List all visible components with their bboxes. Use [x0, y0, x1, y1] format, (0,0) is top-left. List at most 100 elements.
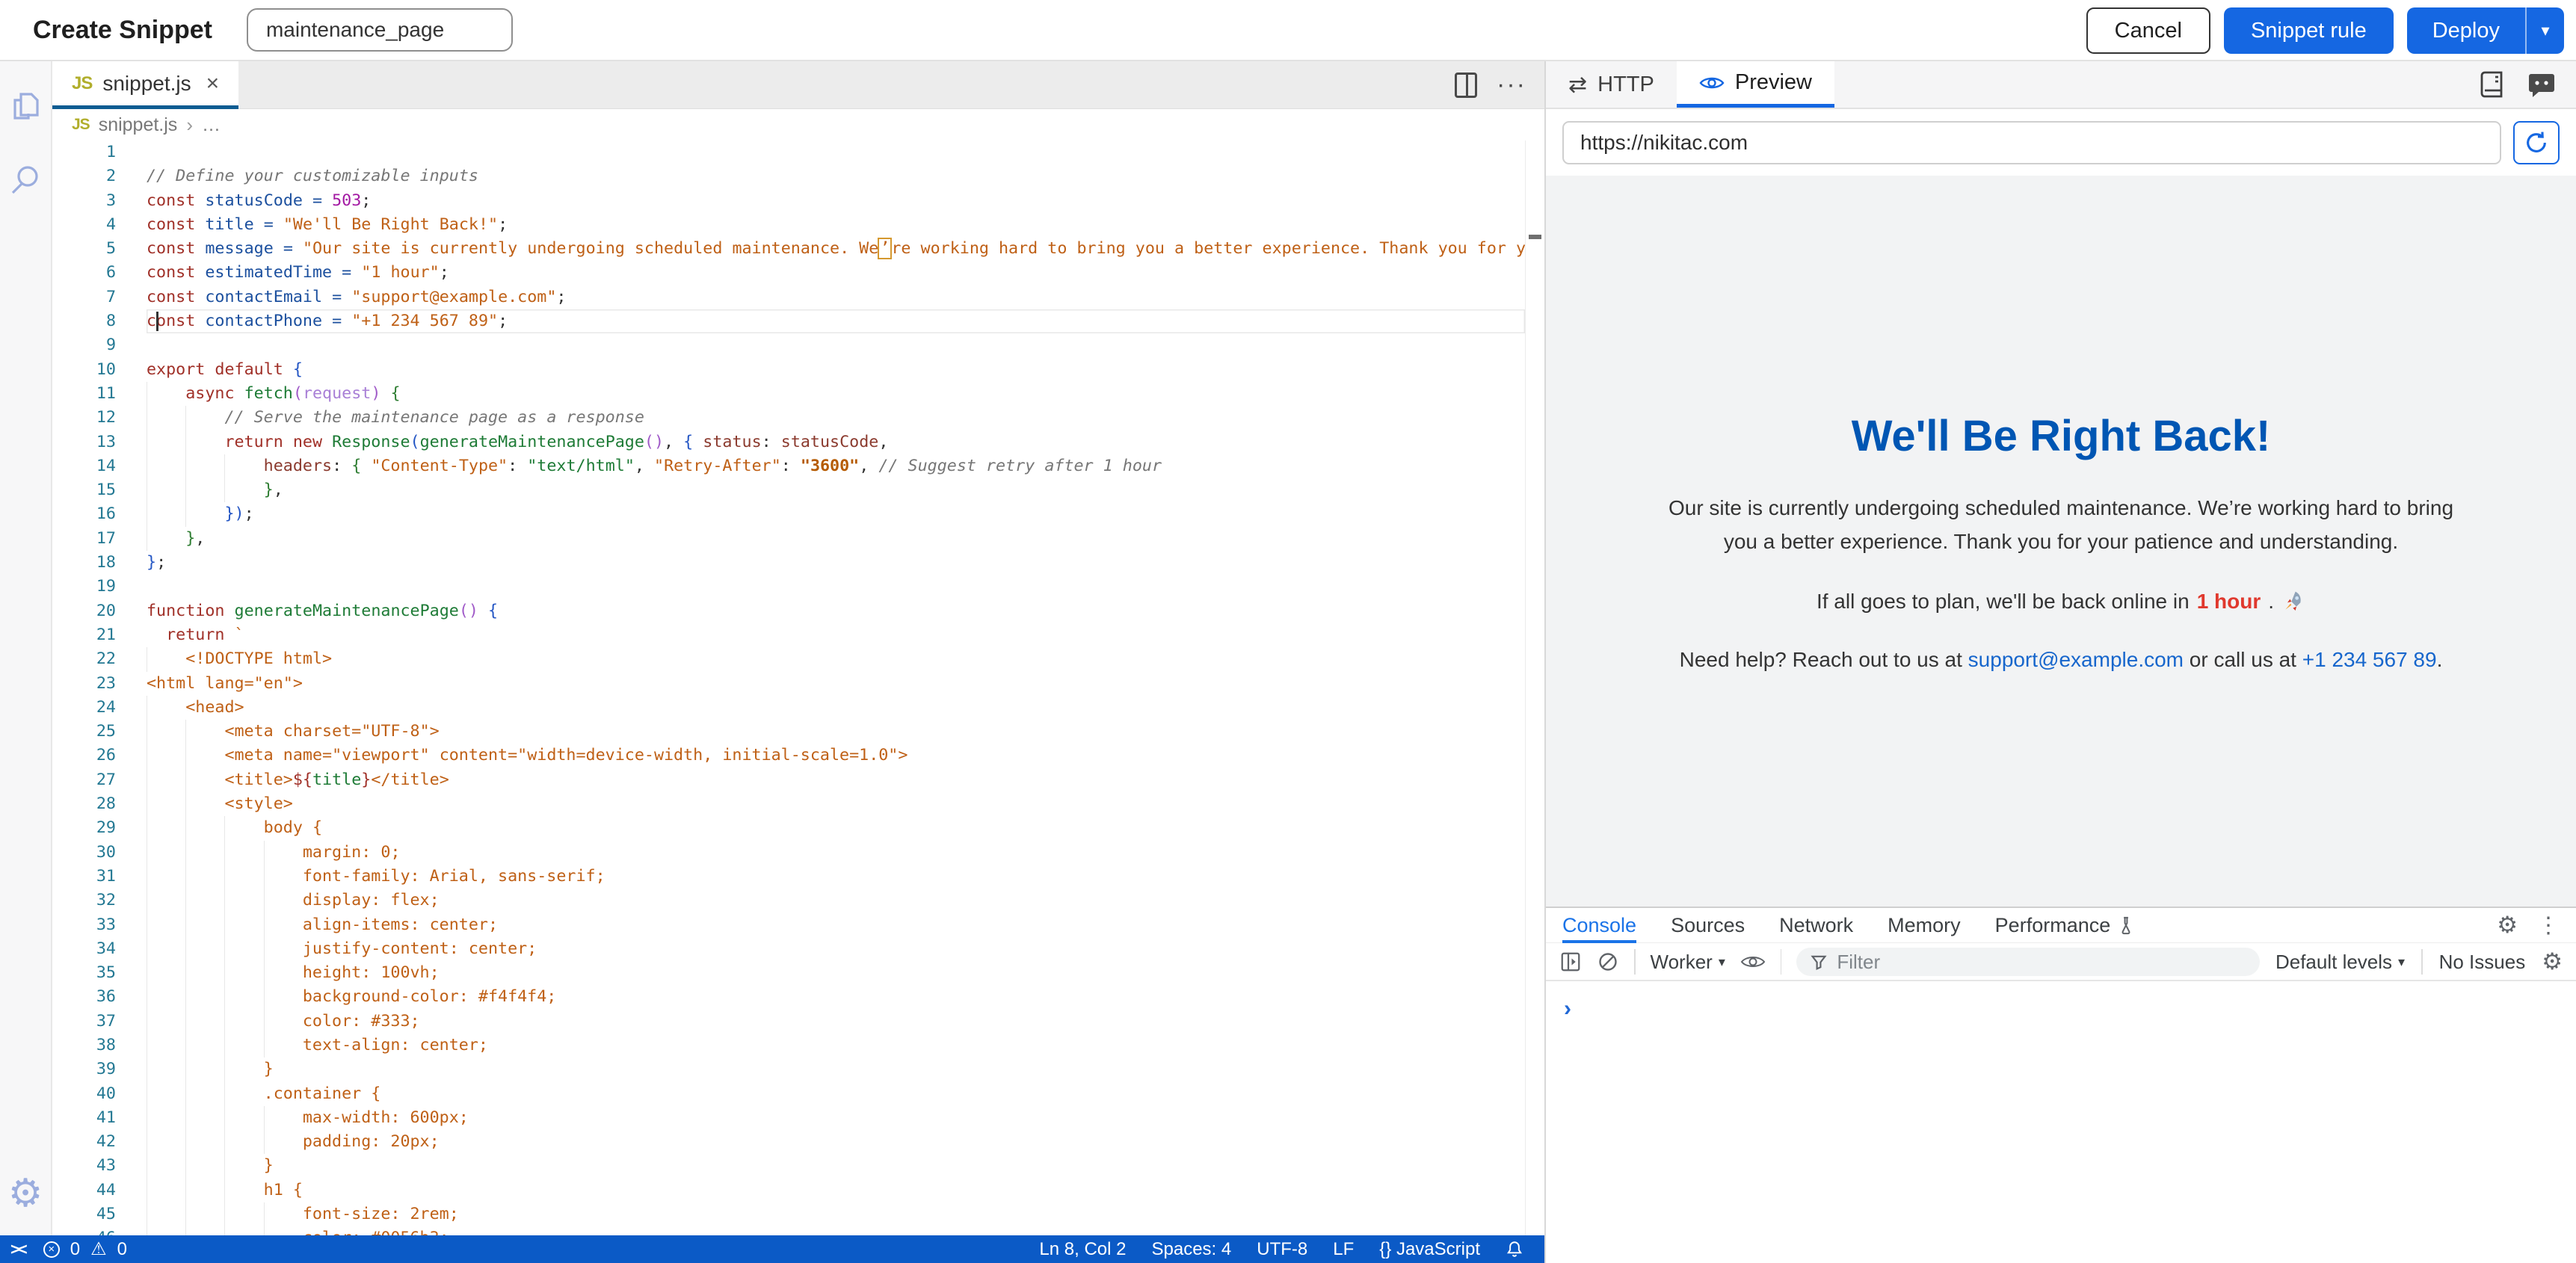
warnings-count[interactable]: 0 — [117, 1239, 127, 1260]
tab-close-icon[interactable]: × — [206, 71, 220, 96]
encoding[interactable]: UTF-8 — [1257, 1239, 1307, 1260]
eol-sequence[interactable]: LF — [1333, 1239, 1354, 1260]
console-settings-gear-icon[interactable]: ⚙ — [2542, 948, 2563, 975]
language-mode[interactable]: {} JavaScript — [1379, 1239, 1480, 1260]
devtools-settings-gear-icon[interactable]: ⚙ — [2497, 912, 2518, 939]
indent-guide — [224, 1226, 263, 1235]
code-line[interactable]: 41max-width: 600px; — [52, 1106, 1525, 1130]
code-line[interactable]: 6const estimatedTime = "1 hour"; — [52, 261, 1525, 285]
breadcrumb-more[interactable]: … — [202, 114, 221, 136]
preview-url-input[interactable] — [1562, 121, 2501, 164]
code-line[interactable]: 11async fetch(request) { — [52, 382, 1525, 406]
live-expression-eye-icon[interactable] — [1740, 952, 1766, 972]
code-line[interactable]: 13return new Response(generateMaintenanc… — [52, 430, 1525, 454]
snippet-rule-button[interactable]: Snippet rule — [2224, 7, 2394, 54]
code-line[interactable]: 20function generateMaintenancePage() { — [52, 599, 1525, 623]
code-line[interactable]: 30margin: 0; — [52, 841, 1525, 865]
errors-count[interactable]: 0 — [70, 1239, 80, 1260]
code-line[interactable]: 36background-color: #f4f4f4; — [52, 985, 1525, 1009]
default-levels-select[interactable]: Default levels ▾ — [2275, 951, 2405, 974]
indent-guide — [147, 1154, 185, 1178]
remote-indicator-icon[interactable]: >< — [10, 1240, 33, 1259]
code-line[interactable]: 23<html lang="en"> — [52, 672, 1525, 696]
code-line[interactable]: 19 — [52, 575, 1525, 599]
indent-guide — [185, 841, 224, 865]
code-line[interactable]: 42padding: 20px; — [52, 1130, 1525, 1154]
more-actions-icon[interactable]: ··· — [1497, 70, 1526, 99]
code-line[interactable]: 37color: #333; — [52, 1010, 1525, 1034]
code-line[interactable]: 17}, — [52, 527, 1525, 551]
code-line[interactable]: 8const contactPhone = "+1 234 567 89"; — [52, 309, 1525, 333]
code-line[interactable]: 10export default { — [52, 358, 1525, 382]
code-line[interactable]: 25<meta charset="UTF-8"> — [52, 720, 1525, 744]
console-prompt-chevron[interactable]: › — [1564, 996, 1571, 1022]
code-line[interactable]: 33align-items: center; — [52, 913, 1525, 937]
code-line[interactable]: 39} — [52, 1057, 1525, 1081]
code-line[interactable]: 16}); — [52, 502, 1525, 526]
code-line[interactable]: 26<meta name="viewport" content="width=d… — [52, 744, 1525, 768]
code-line[interactable]: 31font-family: Arial, sans-serif; — [52, 865, 1525, 889]
tab-snippet-js[interactable]: JS snippet.js × — [52, 61, 238, 109]
bell-icon[interactable] — [1506, 1240, 1523, 1259]
breadcrumb[interactable]: JS snippet.js › … — [52, 109, 1544, 140]
code-line[interactable]: 46color: #0056b3; — [52, 1226, 1525, 1235]
clear-console-icon[interactable] — [1597, 951, 1619, 973]
devtools-tab-memory[interactable]: Memory — [1888, 908, 1961, 943]
email-link[interactable]: support@example.com — [1968, 648, 2184, 671]
console-filter-input[interactable]: Filter — [1796, 948, 2260, 976]
code-line[interactable]: 40.container { — [52, 1082, 1525, 1106]
devtools-tab-performance[interactable]: Performance — [1995, 908, 2135, 943]
refresh-button[interactable] — [2513, 121, 2560, 164]
code-line[interactable]: 35height: 100vh; — [52, 961, 1525, 985]
code-line[interactable]: 5const message = "Our site is currently … — [52, 237, 1525, 261]
code-line[interactable]: 18}; — [52, 551, 1525, 575]
code-line[interactable]: 14headers: { "Content-Type": "text/html"… — [52, 454, 1525, 478]
code-line[interactable]: 43} — [52, 1154, 1525, 1178]
code-line[interactable]: 27<title>${title}</title> — [52, 768, 1525, 792]
code-line[interactable]: 9 — [52, 333, 1525, 357]
deploy-button[interactable]: Deploy — [2407, 7, 2525, 54]
deploy-caret-button[interactable]: ▾ — [2525, 7, 2564, 54]
code-line[interactable]: 7const contactEmail = "support@example.c… — [52, 285, 1525, 309]
code-line[interactable]: 21 return ` — [52, 623, 1525, 647]
code-line[interactable]: 4const title = "We'll Be Right Back!"; — [52, 213, 1525, 237]
indentation[interactable]: Spaces: 4 — [1152, 1239, 1232, 1260]
devtools-tab-sources[interactable]: Sources — [1671, 908, 1745, 943]
breadcrumb-file[interactable]: snippet.js — [99, 114, 178, 136]
gear-icon[interactable]: ⚙ — [8, 1174, 43, 1213]
code-line[interactable]: 2// Define your customizable inputs — [52, 164, 1525, 188]
devtools-tab-console[interactable]: Console — [1562, 908, 1636, 943]
devtools-tab-network[interactable]: Network — [1779, 908, 1853, 943]
cursor-position[interactable]: Ln 8, Col 2 — [1039, 1239, 1126, 1260]
code-line[interactable]: 29body { — [52, 816, 1525, 840]
code-line[interactable]: 45font-size: 2rem; — [52, 1202, 1525, 1226]
chat-icon[interactable] — [2527, 70, 2557, 99]
no-issues-counter[interactable]: No Issues — [2439, 951, 2526, 974]
code-line[interactable]: 32display: flex; — [52, 889, 1525, 912]
tab-http[interactable]: ⇄ HTTP — [1546, 61, 1677, 108]
code-line[interactable]: 44h1 { — [52, 1179, 1525, 1202]
code-area[interactable]: 12// Define your customizable inputs3con… — [52, 140, 1525, 1235]
scrollbar[interactable] — [1525, 140, 1544, 1235]
snippet-name-input[interactable] — [247, 8, 513, 52]
code-line[interactable]: 22<!DOCTYPE html> — [52, 647, 1525, 671]
tab-preview[interactable]: Preview — [1677, 61, 1834, 108]
console-sidebar-toggle-icon[interactable] — [1559, 951, 1582, 973]
phone-link[interactable]: +1 234 567 89 — [2302, 648, 2437, 671]
kebab-menu-icon[interactable]: ⋮ — [2537, 912, 2560, 939]
code-line[interactable]: 38text-align: center; — [52, 1034, 1525, 1057]
code-line[interactable]: 1 — [52, 140, 1525, 164]
docs-book-icon[interactable] — [2479, 70, 2506, 99]
files-icon[interactable] — [9, 88, 42, 124]
indent-guide — [147, 985, 185, 1009]
split-editor-icon[interactable] — [1455, 72, 1477, 98]
code-line[interactable]: 34justify-content: center; — [52, 937, 1525, 961]
code-line[interactable]: 28<style> — [52, 792, 1525, 816]
code-line[interactable]: 15}, — [52, 478, 1525, 502]
code-line[interactable]: 24<head> — [52, 696, 1525, 720]
code-line[interactable]: 3const statusCode = 503; — [52, 189, 1525, 213]
worker-context-select[interactable]: Worker ▾ — [1651, 951, 1725, 974]
cancel-button[interactable]: Cancel — [2086, 7, 2210, 54]
search-icon[interactable] — [8, 163, 43, 197]
code-line[interactable]: 12// Serve the maintenance page as a res… — [52, 406, 1525, 430]
